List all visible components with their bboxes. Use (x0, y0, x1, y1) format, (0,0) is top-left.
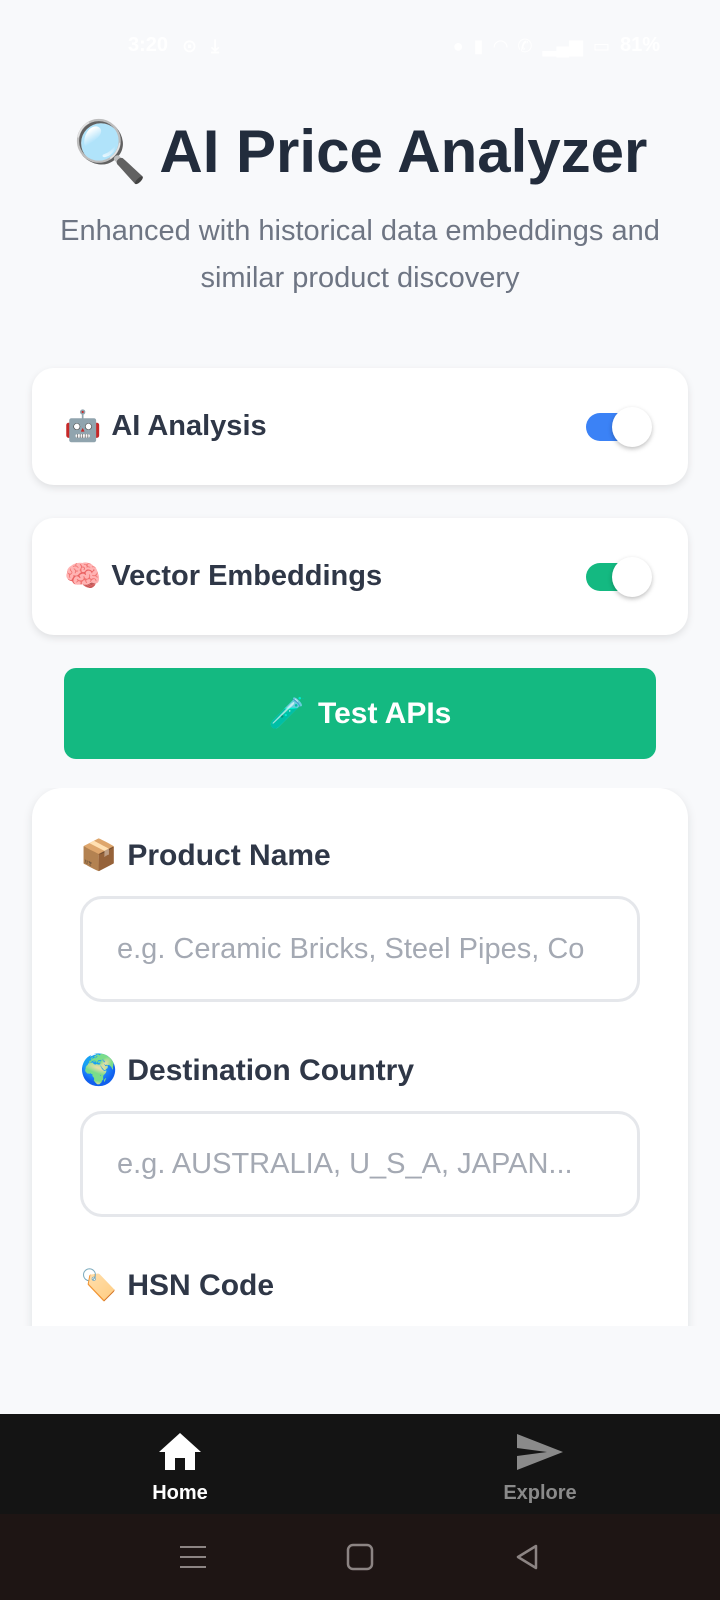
page-title-text: AI Price Analyzer (159, 118, 648, 185)
vector-embeddings-toggle[interactable] (586, 556, 652, 597)
vector-embeddings-label: 🧠 Vector Embeddings (64, 559, 382, 594)
test-apis-button[interactable]: 🧪 Test APIs (64, 668, 656, 759)
hsn-code-label-text: HSN Code (127, 1268, 275, 1302)
network-icon: ▮ (473, 35, 484, 56)
back-triangle-icon (516, 1544, 537, 1570)
robot-icon: 🤖 (64, 410, 102, 443)
nav-home-label: Home (152, 1482, 208, 1504)
mute-icon: ● (452, 35, 464, 56)
battery-percent: 81% (619, 34, 660, 56)
status-bar: 3:20 ⊙ ⤓ ● ▮ ◠ ✆ ▂▄▆ ▭ 81% (0, 0, 720, 95)
hsn-code-label: 🏷️ HSN Code (80, 1268, 274, 1303)
menu-button[interactable] (171, 1535, 215, 1579)
destination-country-label: 🌍 Destination Country (80, 1053, 414, 1088)
product-name-label: 📦 Product Name (80, 838, 331, 873)
brain-icon: 🧠 (64, 560, 102, 593)
test-tube-icon: 🧪 (268, 697, 306, 730)
system-back-button[interactable] (505, 1535, 549, 1579)
send-icon (517, 1434, 563, 1470)
nav-item-explore[interactable]: Explore (360, 1414, 720, 1514)
call-icon: ✆ (517, 35, 533, 56)
destination-country-input[interactable] (80, 1111, 640, 1217)
clock-icon: ⊙ (182, 35, 198, 56)
vector-embeddings-text: Vector Embeddings (111, 560, 383, 592)
page-subtitle: Enhanced with historical data embeddings… (60, 215, 660, 294)
home-icon (159, 1433, 201, 1470)
page-title: 🔍 AI Price Analyzer (0, 112, 720, 192)
bottom-nav: Home Explore (0, 1414, 720, 1514)
home-square-icon (346, 1543, 374, 1571)
ai-analysis-text: AI Analysis (111, 410, 267, 442)
magnifier-icon: 🔍 (72, 118, 148, 185)
vector-embeddings-card: 🧠 Vector Embeddings (32, 518, 688, 635)
wifi-icon: ◠ (493, 35, 508, 56)
ai-analysis-toggle-knob (612, 406, 652, 447)
ai-analysis-card: 🤖 AI Analysis (32, 368, 688, 485)
form-viewport: 📦 Product Name 🌍 Destination Country 🏷️ … (0, 788, 720, 1326)
status-right: ● ▮ ◠ ✆ ▂▄▆ ▭ 81% (453, 34, 660, 57)
battery-icon: ▭ (592, 35, 610, 56)
vector-embeddings-toggle-knob (612, 556, 652, 597)
signal-icon: ▂▄▆ (542, 35, 583, 56)
download-icon: ⤓ (211, 35, 220, 56)
menu-icon (180, 1546, 207, 1568)
nav-explore-label: Explore (503, 1482, 577, 1504)
test-apis-label: Test APIs (317, 696, 452, 730)
ai-analysis-toggle[interactable] (586, 406, 652, 447)
product-form-card: 📦 Product Name 🌍 Destination Country 🏷️ … (32, 788, 688, 1326)
nav-item-home[interactable]: Home (0, 1414, 360, 1514)
status-time: 3:20 (128, 34, 169, 56)
package-icon: 📦 (80, 839, 118, 872)
product-name-input[interactable] (80, 896, 640, 1002)
system-home-button[interactable] (338, 1535, 382, 1579)
destination-country-label-text: Destination Country (127, 1053, 415, 1087)
tag-icon: 🏷️ (80, 1269, 118, 1302)
product-name-label-text: Product Name (127, 838, 331, 872)
ai-analysis-label: 🤖 AI Analysis (64, 409, 267, 444)
status-left: 3:20 ⊙ ⤓ (128, 34, 219, 57)
globe-icon: 🌍 (80, 1054, 118, 1087)
system-nav-bar (0, 1514, 720, 1600)
